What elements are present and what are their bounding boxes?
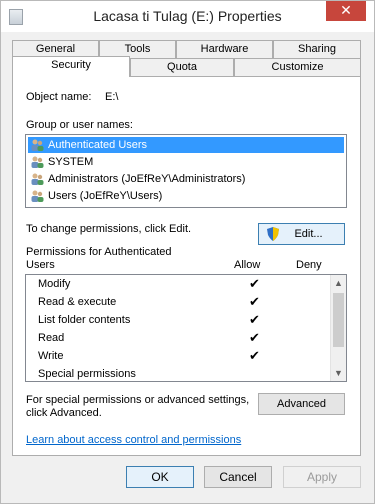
apply-button[interactable]: Apply — [283, 466, 361, 488]
user-item-label: SYSTEM — [48, 156, 94, 168]
permission-label: Read & execute — [38, 296, 117, 308]
user-item-label: Users (JoEfReY\Users) — [48, 190, 163, 202]
close-button[interactable]: ✕ — [326, 1, 366, 21]
user-item-label: Authenticated Users — [48, 139, 148, 151]
scroll-down-arrow-icon[interactable]: ▼ — [331, 365, 346, 381]
scroll-thumb[interactable] — [333, 293, 344, 347]
allow-check-icon: ✔ — [249, 312, 260, 327]
window-title: Lacasa ti Tulag (E:) Properties — [93, 8, 282, 24]
user-item-label: Administrators (JoEfReY\Administrators) — [48, 173, 246, 185]
permission-label: Special permissions — [38, 368, 136, 380]
permission-row-special: Special permissions — [38, 365, 328, 383]
title-bar[interactable]: Lacasa ti Tulag (E:) Properties ✕ — [1, 1, 374, 32]
user-item-users[interactable]: Users (JoEfReY\Users) — [28, 188, 344, 204]
properties-dialog: Lacasa ti Tulag (E:) Properties ✕ Genera… — [0, 0, 375, 504]
security-panel: Object name: E:\ Group or user names: Au… — [12, 76, 361, 456]
permissions-header-line2: Users — [26, 259, 55, 271]
users-group-icon — [31, 173, 44, 185]
uac-shield-icon — [267, 227, 279, 241]
permissions-scrollbar[interactable]: ▲ ▼ — [330, 275, 346, 381]
advanced-button[interactable]: Advanced — [258, 393, 345, 415]
permission-label: Write — [38, 350, 64, 362]
permission-row-modify: Modify ✔ — [38, 275, 328, 293]
change-permissions-text: To change permissions, click Edit. — [26, 223, 192, 235]
scroll-up-arrow-icon[interactable]: ▲ — [331, 275, 346, 291]
permission-row-read: Read ✔ — [38, 329, 328, 347]
edit-button-label: Edit... — [294, 228, 323, 240]
allow-column-header: Allow — [234, 259, 261, 271]
users-group-icon — [31, 190, 44, 202]
deny-column-header: Deny — [296, 259, 322, 271]
user-item-authenticated-users[interactable]: Authenticated Users — [28, 137, 344, 153]
allow-check-icon: ✔ — [249, 294, 260, 309]
tab-customize[interactable]: Customize — [234, 58, 361, 76]
permission-row-list-folder-contents: List folder contents ✔ — [38, 311, 328, 329]
permissions-header-line1: Permissions for Authenticated — [26, 246, 172, 258]
edit-button[interactable]: Edit... — [258, 223, 345, 245]
tab-security[interactable]: Security — [12, 56, 130, 77]
learn-access-control-link[interactable]: Learn about access control and permissio… — [26, 434, 241, 446]
permission-label: Read — [38, 332, 65, 344]
allow-check-icon: ✔ — [249, 276, 260, 291]
users-list[interactable]: Authenticated Users SYSTEM Administrator… — [25, 134, 347, 208]
object-name-value: E:\ — [105, 91, 119, 103]
advanced-text-line2: click Advanced. — [26, 407, 102, 419]
tab-sharing[interactable]: Sharing — [273, 40, 361, 58]
object-name-label: Object name: — [26, 91, 92, 103]
permission-row-read-execute: Read & execute ✔ — [38, 293, 328, 311]
cancel-button[interactable]: Cancel — [204, 466, 272, 488]
allow-check-icon: ✔ — [249, 330, 260, 345]
user-item-system[interactable]: SYSTEM — [28, 154, 344, 170]
tab-quota[interactable]: Quota — [130, 58, 234, 76]
ok-button[interactable]: OK — [126, 466, 194, 488]
permission-row-write: Write ✔ — [38, 347, 328, 365]
tab-hardware[interactable]: Hardware — [176, 40, 273, 58]
permission-label: Modify — [38, 278, 71, 290]
users-group-icon — [31, 156, 44, 168]
group-users-label: Group or user names: — [26, 119, 133, 131]
permission-label: List folder contents — [38, 314, 131, 326]
allow-check-icon: ✔ — [249, 348, 260, 363]
permissions-list[interactable]: Modify ✔ Read & execute ✔ List folder co… — [25, 274, 347, 382]
advanced-text-line1: For special permissions or advanced sett… — [26, 394, 250, 406]
user-item-administrators[interactable]: Administrators (JoEfReY\Administrators) — [28, 171, 344, 187]
users-group-icon — [31, 139, 44, 151]
